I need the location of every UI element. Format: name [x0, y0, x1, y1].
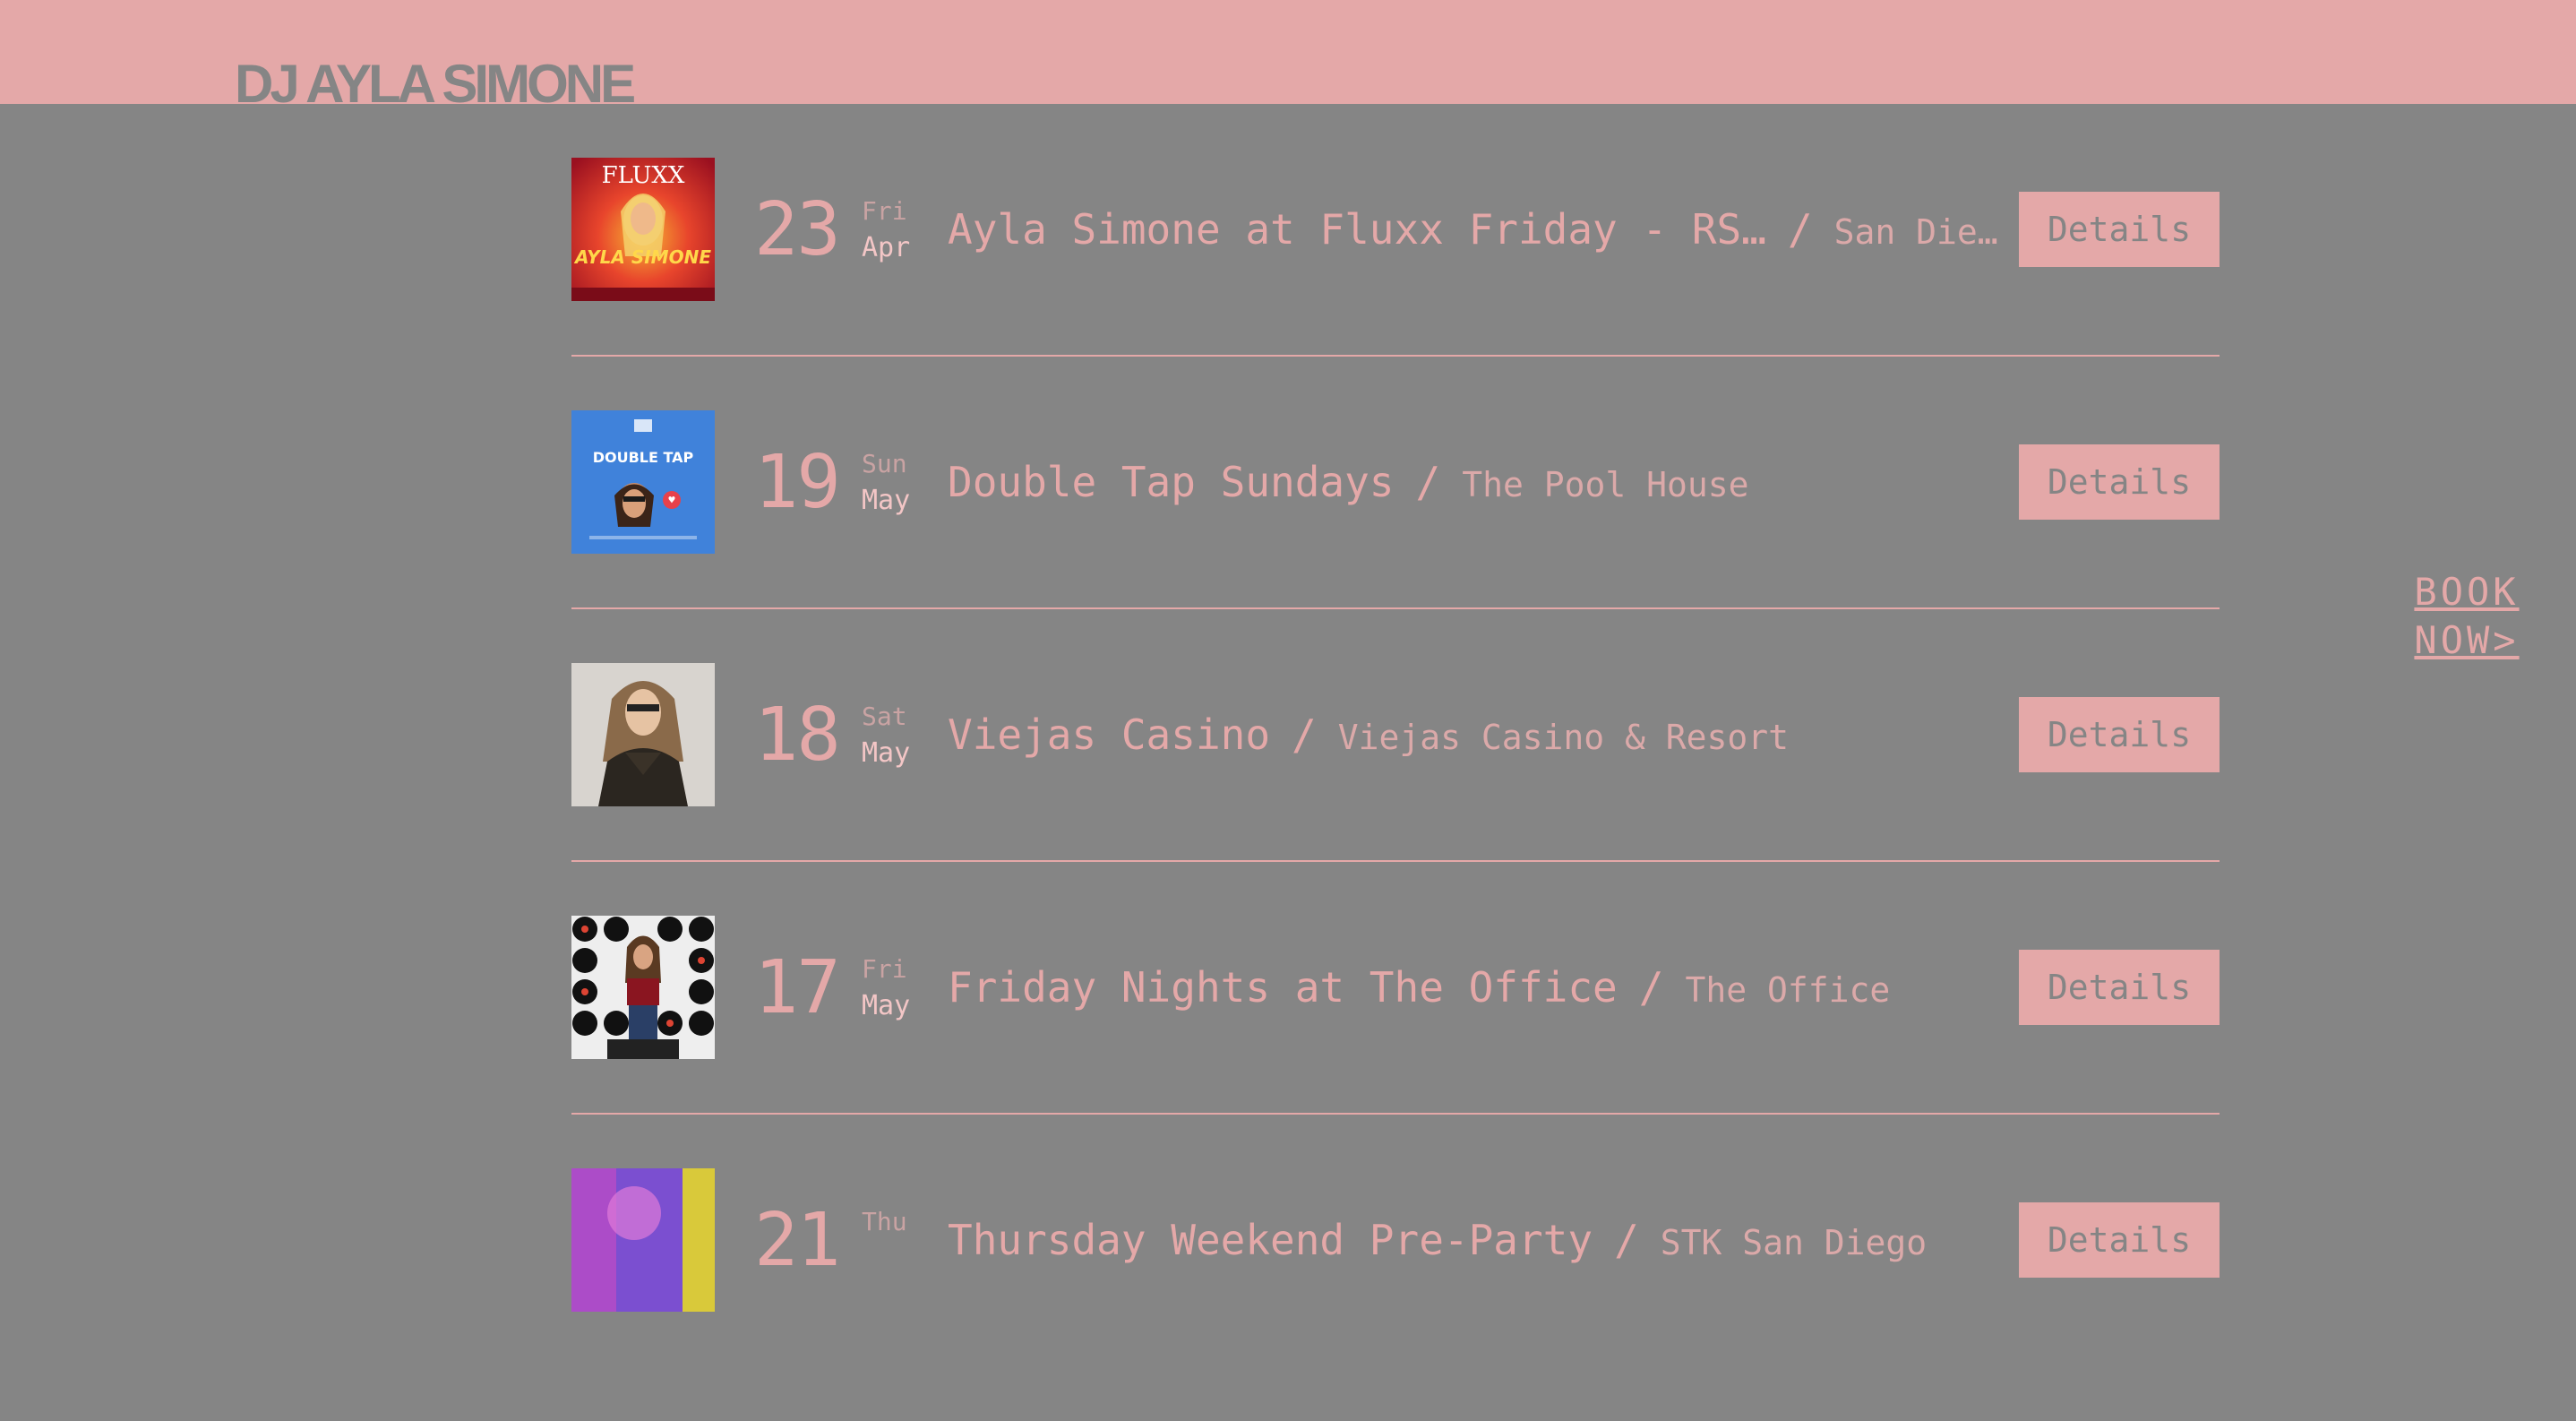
svg-text:♥: ♥	[668, 494, 675, 506]
event-weekday: Sat	[862, 702, 907, 731]
title-separator: /	[1638, 963, 1664, 1012]
event-title[interactable]: Friday Nights at The Office	[948, 963, 1618, 1012]
title-separator: /	[1292, 710, 1317, 759]
event-day: 17	[754, 945, 841, 1030]
title-separator: /	[1415, 458, 1441, 506]
details-button[interactable]: Details	[2019, 950, 2220, 1025]
event-title-line[interactable]: Double Tap Sundays / The Pool House	[948, 457, 2022, 510]
event-day: 23	[754, 187, 841, 272]
details-button[interactable]: Details	[2019, 444, 2220, 520]
event-venue: Viejas Casino & Resort	[1337, 718, 1790, 757]
event-flyer-image[interactable]	[571, 916, 715, 1059]
event-flyer-image[interactable]: DOUBLE TAP ♥	[571, 410, 715, 554]
flyer-text: FLUXX	[602, 162, 685, 189]
book-now-line2[interactable]: NOW>	[2400, 616, 2534, 665]
details-button[interactable]: Details	[2019, 192, 2220, 267]
details-button[interactable]: Details	[2019, 697, 2220, 772]
site-logo[interactable]: DJ AYLA SIMONE	[235, 48, 636, 120]
divider	[571, 607, 2220, 609]
event-flyer-image[interactable]	[571, 1168, 715, 1312]
details-button[interactable]: Details	[2019, 1202, 2220, 1278]
event-item: DOUBLE TAP ♥ 19 Sun May Double Tap Sunda…	[571, 410, 2220, 663]
event-month: Apr	[862, 232, 911, 263]
event-title[interactable]: Ayla Simone at Fluxx Friday - RS…	[948, 205, 1766, 254]
event-flyer-image[interactable]: FLUXX AYLA SIMONE	[571, 158, 715, 301]
event-title[interactable]: Double Tap Sundays	[948, 458, 1395, 506]
event-venue: The Office	[1685, 970, 1891, 1010]
title-separator: /	[1787, 205, 1813, 254]
event-weekday: Sun	[862, 449, 907, 478]
event-title-line[interactable]: Ayla Simone at Fluxx Friday - RS… / San Di…	[948, 204, 2022, 257]
event-month: May	[862, 990, 911, 1021]
event-day: 21	[754, 1198, 841, 1283]
event-title-line[interactable]: Viejas Casino / Viejas Casino & Resort	[948, 710, 2022, 762]
divider	[571, 860, 2220, 862]
event-weekday: Thu	[862, 1207, 907, 1236]
flyer-text: DOUBLE TAP	[593, 449, 694, 466]
event-day: 19	[754, 440, 841, 525]
event-venue: STK San Diego	[1660, 1223, 1928, 1262]
divider	[571, 355, 2220, 357]
site-header: DJ AYLA SIMONE	[0, 0, 2576, 114]
event-item: FLUXX AYLA SIMONE 23 Fri Apr Ayla Simone…	[571, 158, 2220, 410]
event-month: May	[862, 485, 911, 516]
event-weekday: Fri	[862, 196, 907, 226]
event-title[interactable]: Viejas Casino	[948, 710, 1270, 759]
event-item: 21 Thu Thursday Weekend Pre-Party / STK Sa…	[571, 1168, 2220, 1421]
event-flyer-image[interactable]	[571, 663, 715, 806]
title-separator: /	[1614, 1216, 1639, 1264]
divider	[571, 1113, 2220, 1115]
event-item: 18 Sat May Viejas Casino / Viejas Casino &…	[571, 663, 2220, 916]
event-title[interactable]: Thursday Weekend Pre-Party	[948, 1216, 1593, 1264]
event-title-line[interactable]: Friday Nights at The Office / The Office	[948, 962, 2022, 1015]
event-day: 18	[754, 693, 841, 778]
flyer-name: AYLA SIMONE	[573, 246, 711, 268]
event-weekday: Fri	[862, 954, 907, 984]
event-venue: San Die…	[1833, 212, 1998, 252]
event-venue: The Pool House	[1462, 465, 1749, 504]
book-now-line1[interactable]: BOOK	[2400, 568, 2534, 616]
event-month: May	[862, 737, 911, 769]
event-item: 17 Fri May Friday Nights at The Office / T…	[571, 916, 2220, 1168]
book-now-link[interactable]: BOOK NOW>	[2400, 568, 2534, 665]
